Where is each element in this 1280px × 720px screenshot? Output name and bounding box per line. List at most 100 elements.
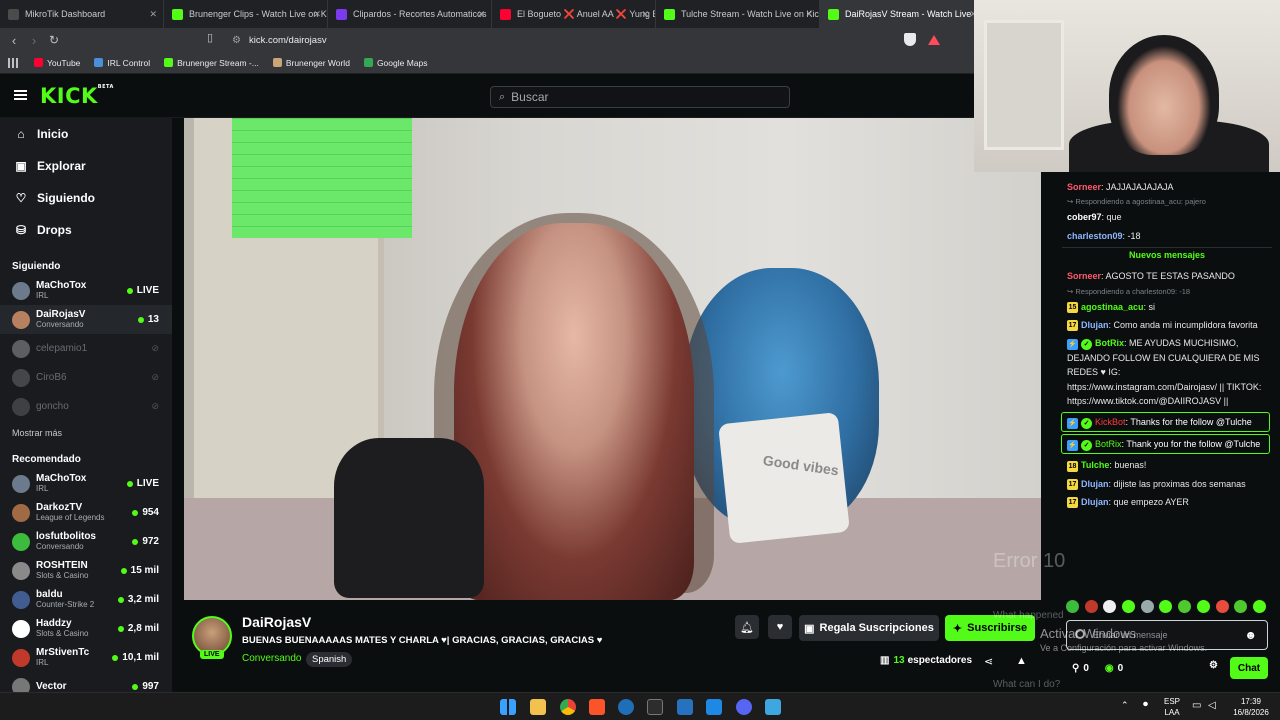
browser-tab[interactable]: DaiRojasV Stream - Watch Live✕	[820, 0, 984, 28]
emote-icon[interactable]	[1084, 600, 1098, 613]
bookmark-item[interactable]: Brunenger World	[272, 58, 350, 68]
follow-heart-icon[interactable]: ♥	[768, 615, 792, 639]
edge-icon[interactable]	[618, 699, 634, 715]
channel-row[interactable]: DarkozTV League of Legends 954	[0, 498, 172, 527]
browser-tab[interactable]: MikroTik Dashboard ✕	[0, 0, 164, 28]
emote-icon[interactable]	[1252, 600, 1266, 613]
bookmark-item[interactable]: Brunenger Stream -...	[164, 58, 259, 68]
channel-row[interactable]: baldu Counter-Strike 2 3,2 mil	[0, 585, 172, 614]
chat-username[interactable]: Dlujan	[1081, 320, 1109, 330]
emote-icon[interactable]	[1178, 600, 1192, 613]
emote-icon[interactable]	[1159, 600, 1173, 613]
reload-icon[interactable]: ↻	[44, 33, 64, 47]
chat-username[interactable]: KickBot	[1095, 417, 1126, 427]
chat-username[interactable]: Sorneer	[1067, 182, 1101, 192]
sidebar-nav-item-siguiendo[interactable]: ♡ Siguiendo	[0, 182, 172, 214]
bookmark-item[interactable]: YouTube	[34, 58, 80, 68]
brave-icon[interactable]	[589, 699, 605, 715]
chat-username[interactable]: BotRix	[1095, 439, 1122, 449]
emote-icon[interactable]	[1103, 600, 1117, 613]
kick-logo[interactable]: KICKBETA	[40, 84, 114, 108]
forward-icon[interactable]: ›	[24, 33, 44, 48]
chat-settings-icon[interactable]: ⚙	[1209, 660, 1218, 671]
show-more-link[interactable]: Mostrar más	[0, 421, 172, 445]
emote-icon[interactable]	[1215, 600, 1229, 613]
brave-rewards-icon[interactable]	[928, 35, 940, 45]
explore-icon: ▣	[15, 159, 27, 173]
back-icon[interactable]: ‹	[4, 33, 24, 48]
gift-subs-button[interactable]: ▣ Regala Suscripciones	[799, 615, 939, 641]
bookmark-item[interactable]: Google Maps	[363, 58, 428, 68]
menu-icon[interactable]	[14, 90, 27, 100]
chat-send-button[interactable]: Chat	[1230, 657, 1268, 679]
file-explorer-icon[interactable]	[530, 699, 546, 715]
emote-icon[interactable]	[1234, 600, 1248, 613]
channel-row[interactable]: MaChoTox IRL LIVE	[0, 469, 172, 498]
url-field[interactable]: ⚙ kick.com/dairojasv	[226, 31, 896, 49]
terminal-icon[interactable]	[647, 699, 663, 715]
channel-row[interactable]: celepamio1 ⊘	[0, 334, 172, 363]
bookmark-item[interactable]: IRL Control	[94, 58, 150, 68]
powershell-icon[interactable]	[677, 699, 693, 715]
person-icon[interactable]: ▲	[1016, 655, 1027, 667]
channel-row[interactable]: DaiRojasV Conversando 13	[0, 305, 172, 334]
chat-username[interactable]: BotRix	[1095, 338, 1124, 348]
share-icon[interactable]: ⋖	[984, 655, 993, 668]
windows-start-icon[interactable]	[500, 699, 516, 715]
remote-desktop-icon[interactable]	[706, 699, 722, 715]
chat-username[interactable]: Sorneer	[1067, 271, 1101, 281]
emote-icon[interactable]	[1140, 600, 1154, 613]
stream-language-tag[interactable]: Spanish	[306, 652, 353, 667]
channel-row[interactable]: losfutbolitos Conversando 972	[0, 527, 172, 556]
channel-row[interactable]: Haddzy Slots & Casino 2,8 mil	[0, 614, 172, 643]
chat-username[interactable]: agostinaa_acu	[1081, 302, 1144, 312]
microphone-icon[interactable]: ⏺︎	[1143, 699, 1148, 710]
volume-icon[interactable]: ◁	[1208, 700, 1216, 711]
chat-username[interactable]: charleston09	[1067, 231, 1123, 241]
channel-row[interactable]: goncho ⊘	[0, 392, 172, 421]
chat-username[interactable]: Tulche	[1081, 460, 1109, 470]
chat-username[interactable]: cober97	[1067, 212, 1102, 222]
bookmark-page-icon[interactable]: ▯	[200, 31, 220, 44]
notepad-icon[interactable]	[765, 699, 781, 715]
stream-category[interactable]: Conversando	[242, 653, 301, 664]
discord-icon[interactable]	[736, 699, 752, 715]
tab-close-icon[interactable]: ✕	[313, 9, 321, 20]
emote-icon[interactable]	[1122, 600, 1136, 613]
site-settings-icon[interactable]: ⚙	[232, 35, 241, 46]
browser-tab[interactable]: Clipardos - Recortes Automaticos ✕	[328, 0, 492, 28]
sidebar-nav-item-explorar[interactable]: ▣ Explorar	[0, 150, 172, 182]
kick-points-icon[interactable]: ⚲	[1072, 663, 1079, 674]
sidebar-nav-item-drops[interactable]: ⛁ Drops	[0, 214, 172, 246]
search-input[interactable]: ⌕ Buscar	[490, 86, 790, 108]
channel-points-icon[interactable]: ◉	[1105, 663, 1114, 674]
chrome-icon[interactable]	[560, 699, 576, 715]
emote-icon[interactable]	[1196, 600, 1210, 613]
tab-close-icon[interactable]: ✕	[641, 9, 649, 20]
network-icon[interactable]: ▭	[1192, 700, 1201, 711]
tab-close-icon[interactable]: ✕	[805, 9, 813, 20]
browser-tab[interactable]: El Bogueto ❌ Anuel AA ❌ Yung Be ✕	[492, 0, 656, 28]
clock[interactable]: 17:39 16/8/2026	[1228, 696, 1274, 718]
streamer-name[interactable]: DaiRojasV	[242, 614, 311, 630]
brave-shield-icon[interactable]	[904, 33, 916, 46]
emoji-picker-icon[interactable]: ☻	[1244, 628, 1257, 642]
language-indicator[interactable]: ESP LAA	[1164, 696, 1180, 718]
tab-close-icon[interactable]: ✕	[477, 9, 485, 20]
notifications-bell-icon[interactable]: 🔔︎	[735, 615, 759, 639]
channel-row[interactable]: CiroB6 ⊘	[0, 363, 172, 392]
browser-tab[interactable]: Tulche Stream - Watch Live on Kick ✕	[656, 0, 820, 28]
chat-username[interactable]: Dlujan	[1081, 479, 1109, 489]
video-player[interactable]: Good vibes	[184, 118, 1041, 600]
tray-chevron-icon[interactable]: ⌃	[1121, 700, 1129, 711]
tab-close-icon[interactable]: ✕	[149, 9, 157, 20]
channel-row[interactable]: ROSHTEIN Slots & Casino 15 mil	[0, 556, 172, 585]
chat-username[interactable]: Dlujan	[1081, 497, 1109, 507]
channel-row[interactable]: MaChoTox IRL LIVE	[0, 276, 172, 305]
browser-tab[interactable]: Brunenger Clips - Watch Live on Kick ✕	[164, 0, 328, 28]
channel-row[interactable]: Vector 997	[0, 672, 172, 692]
channel-row[interactable]: MrStivenTc IRL 10,1 mil	[0, 643, 172, 672]
apps-grid-icon[interactable]	[8, 57, 18, 68]
emote-icon[interactable]	[1066, 600, 1079, 613]
sidebar-nav-item-inicio[interactable]: ⌂ Inicio	[0, 118, 172, 150]
